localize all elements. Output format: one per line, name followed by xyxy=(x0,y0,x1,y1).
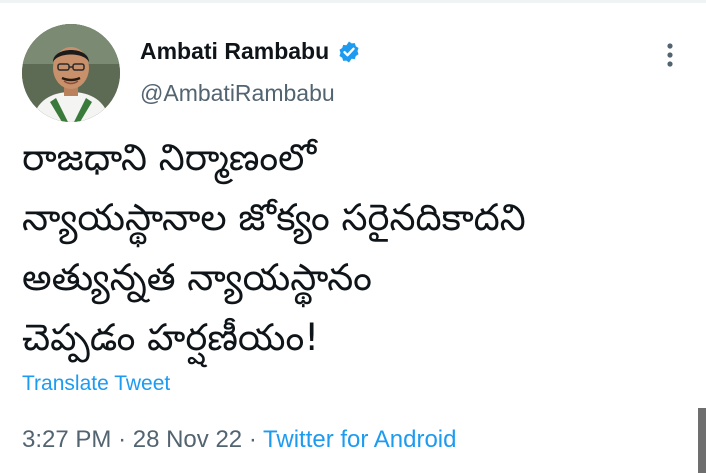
tweet-line: చెప్పడం హర్షణీయం! xyxy=(22,316,320,359)
avatar[interactable] xyxy=(22,24,120,122)
tweet-meta: 3:27 PM · 28 Nov 22 · Twitter for Androi… xyxy=(22,426,456,454)
tweet-text: రాజధాని నిర్మాణంలో న్యాయస్థానాల జోక్యం స… xyxy=(22,128,682,368)
scrollbar[interactable] xyxy=(698,408,706,473)
meta-separator: · xyxy=(118,426,127,453)
author-handle[interactable]: @AmbatiRambabu xyxy=(140,80,335,107)
author-name-row[interactable]: Ambati Rambabu xyxy=(140,38,361,65)
tweet-line: అత్యున్నత న్యాయస్థానం xyxy=(22,256,372,299)
tweet-source-link[interactable]: Twitter for Android xyxy=(263,426,456,453)
tweet-date[interactable]: 28 Nov 22 xyxy=(133,426,242,453)
verified-badge-icon xyxy=(339,41,359,62)
translate-tweet-link[interactable]: Translate Tweet xyxy=(22,372,170,396)
meta-separator: · xyxy=(248,426,257,453)
author-name[interactable]: Ambati Rambabu xyxy=(140,38,329,65)
tweet-line: న్యాయస్థానాల జోక్యం సరైనదికాదని xyxy=(22,196,526,239)
tweet-time[interactable]: 3:27 PM xyxy=(22,426,111,453)
tweet-line: రాజధాని నిర్మాణంలో xyxy=(22,136,317,179)
more-options-icon[interactable] xyxy=(660,40,680,70)
top-divider xyxy=(0,0,706,3)
profile-photo xyxy=(22,24,120,122)
